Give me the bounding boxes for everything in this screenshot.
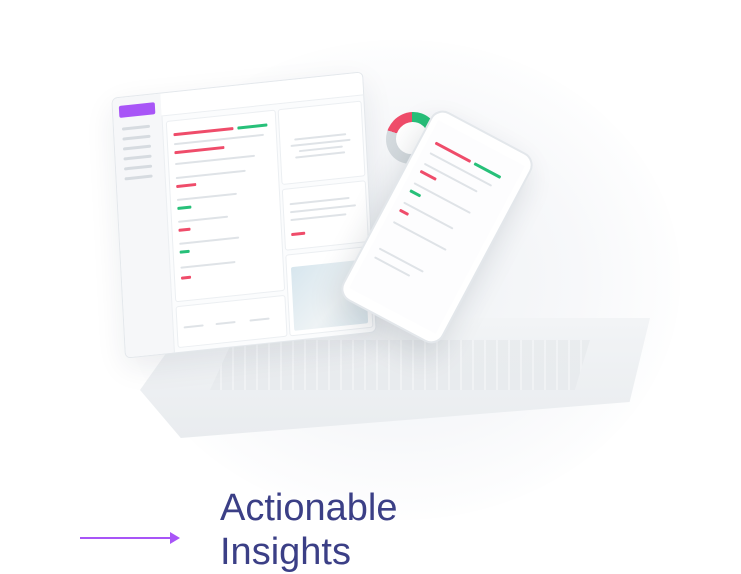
hero-illustration (0, 0, 741, 563)
nav-item (122, 144, 152, 151)
bar-mark (409, 189, 422, 198)
bar-mark (291, 231, 306, 237)
comments-card (281, 180, 369, 251)
laptop-keyboard (210, 340, 590, 390)
nav-item (124, 174, 153, 181)
caption-line-2: Insights (220, 531, 351, 573)
bar-mark (176, 182, 197, 189)
text-line (183, 324, 204, 329)
bar-mark (180, 275, 192, 280)
text-line (175, 154, 255, 166)
text-line (178, 215, 229, 223)
bar-mark (177, 205, 192, 210)
text-line (176, 192, 237, 201)
bar-mark (174, 145, 225, 155)
text-line (295, 151, 346, 159)
arrow-head (170, 532, 180, 544)
trend-card (175, 294, 288, 349)
caption-line-1: Actionable (220, 487, 398, 529)
text-line (392, 220, 447, 251)
text-line (289, 204, 357, 214)
app-logo (118, 102, 156, 118)
laptop-screen (111, 71, 377, 359)
text-line (215, 321, 236, 326)
bar-mark (179, 249, 190, 254)
phone-screen (349, 120, 525, 334)
text-line (175, 169, 246, 180)
text-line (173, 133, 264, 146)
text-line (180, 260, 236, 269)
bar-mark (419, 169, 437, 181)
text-line (374, 256, 411, 277)
activity-card (165, 109, 286, 303)
arrow-right-icon (80, 532, 180, 544)
arrow-shaft (80, 537, 172, 539)
nav-item (124, 164, 153, 171)
text-line (179, 236, 240, 245)
nav-item (123, 154, 152, 161)
text-line (378, 247, 424, 273)
bar-mark (237, 123, 268, 130)
text-line (403, 201, 454, 230)
bar-mark (178, 227, 191, 232)
nav-item (122, 134, 151, 141)
bar-mark (173, 126, 234, 137)
text-line (290, 213, 347, 222)
text-line (413, 182, 471, 214)
bar-mark (398, 208, 410, 216)
text-line (249, 317, 270, 322)
word-cloud-card (277, 100, 366, 186)
nav-item (121, 124, 151, 131)
feature-caption: Actionable Insights (220, 486, 480, 574)
text-line (289, 196, 350, 206)
